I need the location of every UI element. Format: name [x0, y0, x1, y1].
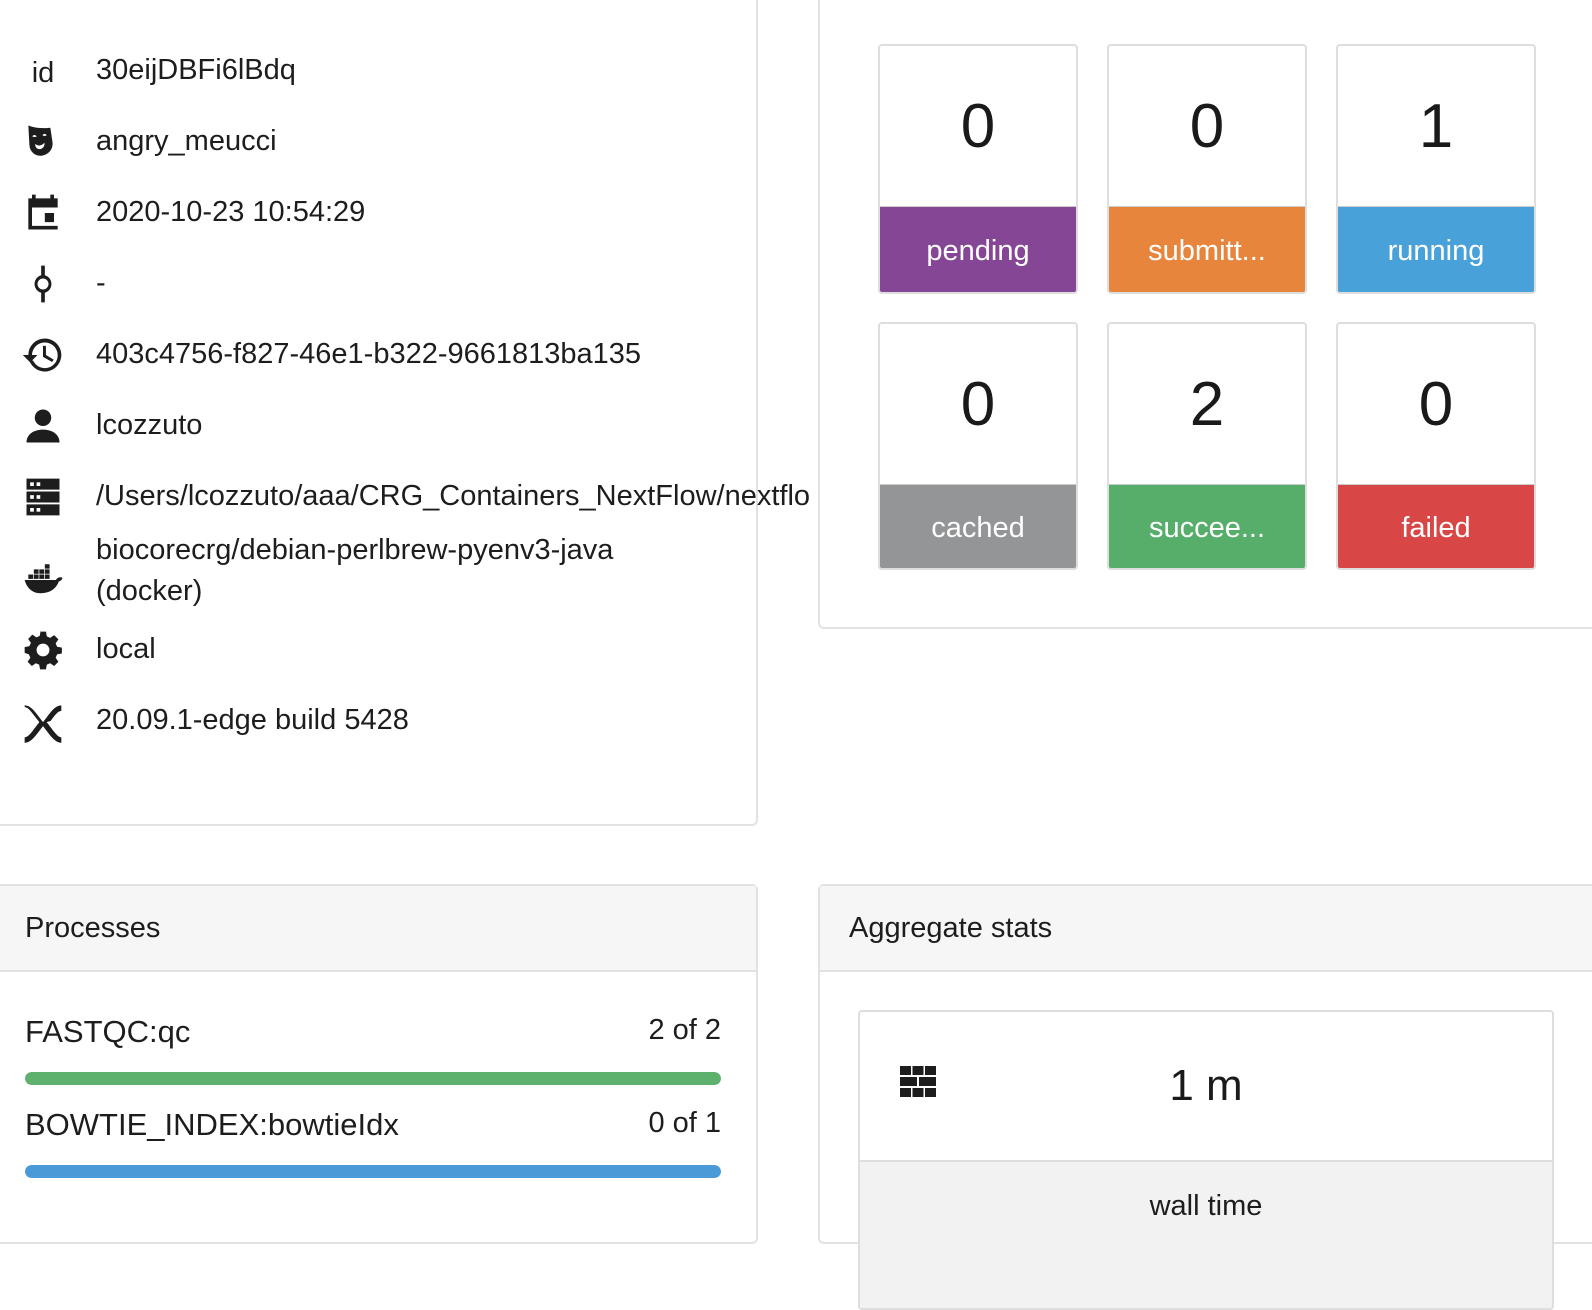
processes-card: Processes FASTQC:qc 2 of 2 BOWTIE_INDEX:…: [0, 884, 758, 1244]
status-label: failed: [1338, 485, 1534, 568]
id-label: id: [31, 56, 55, 89]
status-label: submitt...: [1109, 207, 1305, 292]
process-progress-fill: [25, 1165, 721, 1178]
status-tile-failed: 0 failed: [1336, 322, 1536, 570]
status-tile-submitted: 0 submitt...: [1107, 44, 1307, 294]
theater-masks-icon: [18, 117, 68, 167]
wall-time-value: 1 m: [860, 1012, 1552, 1162]
status-tile-cached: 0 cached: [878, 322, 1078, 570]
aggregate-header: Aggregate stats: [820, 886, 1592, 972]
server-icon: [18, 472, 68, 522]
workflow-info-card: id 30eijDBFi6lBdq angry_meucci 2020-10-2…: [0, 0, 810, 826]
status-tile-succeeded: 2 succee...: [1107, 322, 1307, 570]
process-progress-bar: [25, 1165, 721, 1178]
task-status-card: 0 pending 0 submitt... 1 running 0 cache…: [818, 0, 1592, 629]
status-count: 0: [1109, 46, 1305, 207]
status-count: 0: [1338, 324, 1534, 485]
process-progress-bar: [25, 1072, 721, 1085]
gear-icon: [18, 625, 68, 675]
status-count: 1: [1338, 46, 1534, 207]
wall-time-label: wall time: [860, 1162, 1552, 1308]
process-progress-fill: [25, 1072, 721, 1085]
process-count: 2 of 2: [648, 1014, 721, 1046]
process-name: FASTQC:qc: [25, 1014, 191, 1049]
container-engine: (docker): [96, 575, 203, 607]
status-tile-pending: 0 pending: [878, 44, 1078, 294]
status-label: cached: [880, 485, 1076, 568]
docker-icon: [18, 555, 68, 605]
status-count: 2: [1109, 324, 1305, 485]
executor: local: [96, 633, 156, 665]
aggregate-stats-card: Aggregate stats 1 m wall time: [818, 884, 1592, 1310]
user-name: lcozzuto: [96, 409, 203, 441]
status-tile-running: 1 running: [1336, 44, 1536, 294]
commit-icon: [18, 259, 68, 309]
status-count: 0: [880, 46, 1076, 207]
start-time: 2020-10-23 10:54:29: [96, 196, 366, 228]
status-count: 0: [880, 324, 1076, 485]
status-label: running: [1338, 207, 1534, 292]
container-name: biocorecrg/debian-perlbrew-pyenv3-java: [96, 534, 614, 566]
status-label: pending: [880, 207, 1076, 292]
run-name: angry_meucci: [96, 125, 277, 157]
calendar-icon: [18, 188, 68, 238]
history-icon: [18, 330, 68, 380]
status-label: succee...: [1109, 485, 1305, 568]
cubes-icon: [900, 1066, 936, 1097]
workflow-id: 30eijDBFi6lBdq: [96, 54, 296, 86]
revision: -: [96, 267, 106, 299]
process-name: BOWTIE_INDEX:bowtieIdx: [25, 1107, 399, 1142]
session-id: 403c4756-f827-46e1-b322-9661813ba135: [96, 338, 642, 370]
wall-time-stat: 1 m wall time: [858, 1010, 1554, 1310]
process-count: 0 of 1: [648, 1107, 721, 1139]
user-icon: [18, 401, 68, 451]
nextflow-icon: [18, 696, 68, 746]
work-dir: /Users/lcozzuto/aaa/CRG_Containers_NextF…: [96, 480, 811, 512]
processes-header: Processes: [0, 886, 756, 972]
nextflow-version: 20.09.1-edge build 5428: [96, 704, 409, 736]
